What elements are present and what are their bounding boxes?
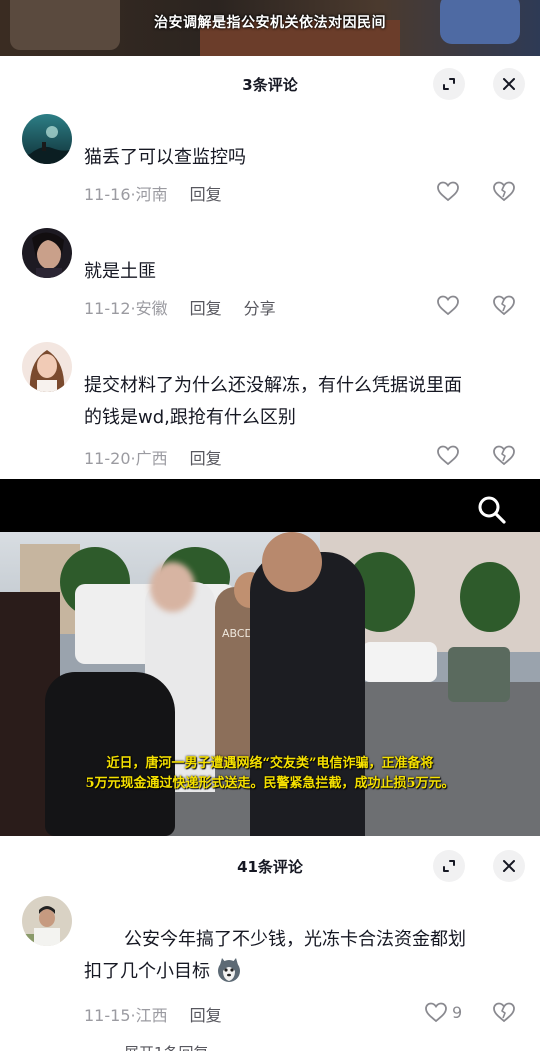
broken-heart-icon — [493, 295, 515, 316]
broken-heart-icon — [493, 1002, 515, 1023]
heart-icon — [437, 445, 459, 466]
expand-icon — [443, 860, 455, 872]
like-button[interactable]: 9 — [424, 1001, 462, 1023]
shirt-text: ABCD — [222, 627, 254, 640]
search-icon — [478, 496, 506, 524]
husky-emoji-icon — [217, 958, 240, 982]
dislike-button[interactable] — [492, 294, 516, 316]
comment-sheet-header: 3条评论 — [0, 56, 540, 112]
comment-date: 11-15 — [84, 1006, 131, 1025]
video-frame[interactable]: ABCD 近日，唐河一男子遭遇网络“交友类”电信诈骗，正准备将 5万元现金通过快… — [0, 532, 540, 836]
dislike-button[interactable] — [492, 1001, 516, 1023]
avatar[interactable] — [22, 342, 72, 392]
close-icon — [503, 860, 515, 872]
close-button[interactable] — [493, 850, 525, 882]
avatar[interactable] — [22, 114, 72, 164]
share-button[interactable]: 分享 — [244, 295, 276, 319]
dislike-button[interactable] — [492, 180, 516, 202]
comment-sheet-1: 3条评论 猫丢了可以查监控吗 11-16·河南 回复 就是土匪 11-12·安徽… — [0, 56, 540, 479]
comment-date: 11-12 — [84, 299, 131, 318]
comment-text-line: 公安今年搞了不少钱，光冻卡合法资金都划 — [124, 929, 466, 950]
video-top-bar — [0, 479, 540, 532]
close-button[interactable] — [493, 68, 525, 100]
comment-meta: 11-16 · 河南 回复 — [84, 181, 222, 205]
comment-text-span: 扣了几个小目标 — [84, 961, 210, 982]
expand-button[interactable] — [433, 68, 465, 100]
close-icon — [503, 78, 515, 90]
video-car — [362, 642, 437, 682]
reply-button[interactable]: 回复 — [190, 295, 222, 319]
comment-text: 猫丢了可以查监控吗 — [84, 147, 246, 168]
reply-button[interactable]: 回复 — [190, 445, 222, 469]
comment-sheet-2: 41条评论 公安今年搞了不少钱，光冻卡合法资金都划 扣了几个小目标 11-15·… — [0, 836, 540, 1051]
top-video-caption: 治安调解是指公安机关依法对因民间 — [154, 15, 386, 31]
comment-text-line: 提交材料了为什么还没解冻，有什么凭据说里面 — [84, 375, 462, 396]
search-button[interactable] — [476, 494, 508, 526]
broken-heart-icon — [493, 181, 515, 202]
comment-text: 就是土匪 — [84, 261, 156, 282]
comment-sheet-header: 41条评论 — [0, 836, 540, 892]
comment-date: 11-16 — [84, 185, 131, 204]
video-blurred-face — [150, 562, 195, 612]
comment-text: 公安今年搞了不少钱，光冻卡合法资金都划 扣了几个小目标 — [84, 924, 524, 988]
comment-text-line: 扣了几个小目标 — [84, 956, 524, 988]
expand-icon — [443, 78, 455, 90]
comment-date: 11-20 — [84, 449, 131, 468]
comment-meta: 11-15 · 江西 回复 — [84, 1002, 222, 1026]
like-button[interactable] — [436, 180, 460, 202]
broken-heart-icon — [493, 445, 515, 466]
avatar[interactable] — [22, 896, 72, 946]
comment-text: 提交材料了为什么还没解冻，有什么凭据说里面 的钱是wd,跟抢有什么区别 — [84, 370, 524, 434]
comment-text-line: 的钱是wd,跟抢有什么区别 — [84, 407, 296, 428]
comment-location: 江西 — [135, 1006, 168, 1025]
video-caption: 5万元现金通过快递形式送走。民警紧急拦截，成功止损5万元。 — [85, 776, 455, 791]
comment-location: 广西 — [135, 449, 168, 468]
expand-button[interactable] — [433, 850, 465, 882]
reply-button[interactable]: 回复 — [190, 1002, 222, 1026]
video-caption: 近日，唐河一男子遭遇网络“交友类”电信诈骗，正准备将 — [106, 756, 434, 771]
avatar[interactable] — [22, 228, 72, 278]
like-button[interactable] — [436, 294, 460, 316]
reply-button[interactable]: 回复 — [190, 181, 222, 205]
like-button[interactable] — [436, 444, 460, 466]
heart-icon — [437, 181, 459, 202]
comment-location: 河南 — [135, 185, 168, 204]
heart-icon — [425, 1002, 447, 1023]
top-video-frame[interactable]: 治安调解是指公安机关依法对因民间 — [0, 0, 540, 56]
heart-icon — [437, 295, 459, 316]
video-cart — [448, 647, 510, 702]
like-count: 9 — [452, 1002, 463, 1022]
video-tree — [460, 562, 520, 632]
comment-location: 安徽 — [135, 299, 168, 318]
video-person-head — [262, 532, 322, 592]
dislike-button[interactable] — [492, 444, 516, 466]
comment-meta: 11-12 · 安徽 回复 分享 — [84, 295, 276, 319]
comment-meta: 11-20 · 广西 回复 — [84, 445, 222, 469]
expand-replies-link[interactable]: 展开1条回复 — [124, 1042, 209, 1051]
